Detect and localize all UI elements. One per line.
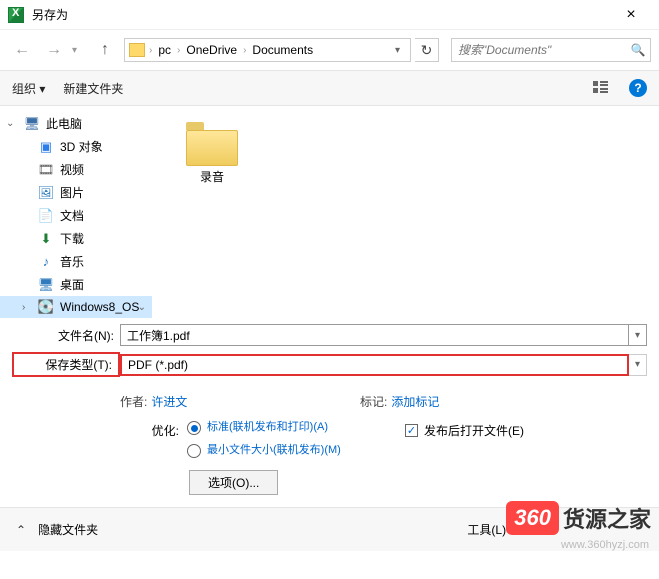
video-icon: 🎞 [38, 162, 54, 178]
nav-forward-button[interactable]: → [40, 36, 68, 64]
chevron-down-icon: ⌄ [138, 302, 146, 313]
search-input[interactable] [452, 43, 626, 57]
optimize-minimum-radio[interactable]: 最小文件大小(联机发布)(M) [187, 443, 367, 458]
optimize-label: 优化: [12, 420, 187, 439]
author-label: 作者: [120, 393, 147, 410]
chevron-right-icon[interactable]: › [22, 302, 25, 313]
breadcrumb-root[interactable]: pc [154, 43, 175, 57]
sidebar-item-3d[interactable]: ▣ 3D 对象 [0, 135, 152, 158]
view-mode-button[interactable] [591, 78, 611, 98]
sidebar-item-desktop[interactable]: 🖥 桌面 [0, 273, 152, 296]
folder-item[interactable]: 录音 [176, 122, 248, 185]
optimize-standard-radio[interactable]: 标准(联机发布和打印)(A) [187, 420, 367, 435]
breadcrumb-leaf[interactable]: Documents [248, 43, 317, 57]
sidebar-item-this-pc[interactable]: ⌄ 🖥 此电脑 [0, 112, 152, 135]
checkbox-label: 发布后打开文件(E) [424, 422, 524, 439]
breadcrumb-mid[interactable]: OneDrive [182, 43, 241, 57]
folder-icon [186, 122, 238, 164]
sidebar-item-label: 3D 对象 [60, 138, 103, 155]
sidebar-item-drive[interactable]: › 💽 Windows8_OS ⌄ [0, 296, 152, 318]
music-icon: ♪ [38, 254, 54, 270]
address-dropdown[interactable]: ▾ [389, 45, 406, 56]
sidebar-item-documents[interactable]: 📄 文档 [0, 204, 152, 227]
chevron-down-icon[interactable]: ⌄ [6, 118, 14, 129]
filename-label: 文件名(N): [12, 327, 120, 344]
tools-menu[interactable]: 工具(L) ▼ [467, 521, 521, 538]
filetype-input[interactable] [120, 354, 629, 376]
app-icon [8, 7, 24, 23]
tags-value[interactable]: 添加标记 [391, 393, 439, 410]
picture-icon: 🖼 [38, 185, 54, 201]
radio-label: 最小文件大小(联机发布)(M) [207, 443, 341, 457]
options-button[interactable]: 选项(O)... [189, 470, 278, 495]
address-bar[interactable]: › pc › OneDrive › Documents ▾ [124, 38, 411, 62]
new-folder-button[interactable]: 新建文件夹 [63, 80, 123, 97]
chevron-right-icon: › [149, 45, 152, 56]
nav-up-button[interactable]: ↑ [94, 39, 116, 61]
search-icon[interactable]: 🔍 [626, 43, 650, 57]
sidebar-item-label: 桌面 [60, 276, 84, 293]
sidebar-item-downloads[interactable]: ⬇ 下载 [0, 227, 152, 250]
cube-icon: ▣ [38, 139, 54, 155]
radio-label: 标准(联机发布和打印)(A) [207, 420, 328, 434]
filetype-label: 保存类型(T): [12, 352, 120, 377]
radio-icon [187, 421, 201, 435]
tags-label: 标记: [360, 393, 387, 410]
download-icon: ⬇ [38, 231, 54, 247]
chevron-down-icon: ▼ [512, 525, 521, 535]
author-value[interactable]: 许进文 [151, 393, 187, 410]
folder-icon [129, 43, 145, 57]
nav-history-dropdown[interactable]: ▾ [72, 45, 86, 56]
organize-menu[interactable]: 组织 ▾ [12, 80, 45, 97]
chevron-right-icon: › [177, 45, 180, 56]
radio-icon [187, 444, 201, 458]
sidebar-item-label: 图片 [60, 184, 84, 201]
drive-icon: 💽 [38, 299, 54, 315]
filetype-dropdown[interactable]: ▾ [629, 354, 647, 376]
sidebar-item-label: 视频 [60, 161, 84, 178]
sidebar-item-label: Windows8_OS [60, 300, 139, 314]
refresh-button[interactable]: ↻ [415, 38, 439, 62]
pc-icon: 🖥 [24, 116, 40, 132]
chevron-right-icon: › [243, 45, 246, 56]
nav-back-button[interactable]: ← [8, 36, 36, 64]
help-button[interactable]: ? [629, 79, 647, 97]
sidebar-item-label: 音乐 [60, 253, 84, 270]
desktop-icon: 🖥 [38, 277, 54, 293]
sidebar-item-label: 下载 [60, 230, 84, 247]
sidebar-item-video[interactable]: 🎞 视频 [0, 158, 152, 181]
document-icon: 📄 [38, 208, 54, 224]
sidebar-item-music[interactable]: ♪ 音乐 [0, 250, 152, 273]
close-button[interactable]: × [611, 1, 651, 29]
search-box[interactable]: 🔍 [451, 38, 651, 62]
tools-label: 工具(L) [467, 521, 506, 538]
sidebar-item-pictures[interactable]: 🖼 图片 [0, 181, 152, 204]
sidebar-item-label: 此电脑 [46, 115, 82, 132]
sidebar-item-label: 文档 [60, 207, 84, 224]
sidebar: ⌄ 🖥 此电脑 ▣ 3D 对象 🎞 视频 🖼 图片 📄 文档 ⬇ 下载 ♪ 音乐 [0, 106, 152, 318]
open-after-checkbox[interactable]: ✓ 发布后打开文件(E) [405, 422, 524, 439]
file-list[interactable]: 录音 [152, 106, 659, 318]
window-title: 另存为 [32, 6, 611, 23]
expand-icon[interactable]: ⌃ [16, 523, 26, 537]
hide-folders-button[interactable]: 隐藏文件夹 [38, 521, 98, 538]
checkbox-icon: ✓ [405, 424, 418, 437]
filename-input[interactable] [120, 324, 629, 346]
folder-label: 录音 [200, 168, 224, 185]
filename-dropdown[interactable]: ▾ [629, 324, 647, 346]
